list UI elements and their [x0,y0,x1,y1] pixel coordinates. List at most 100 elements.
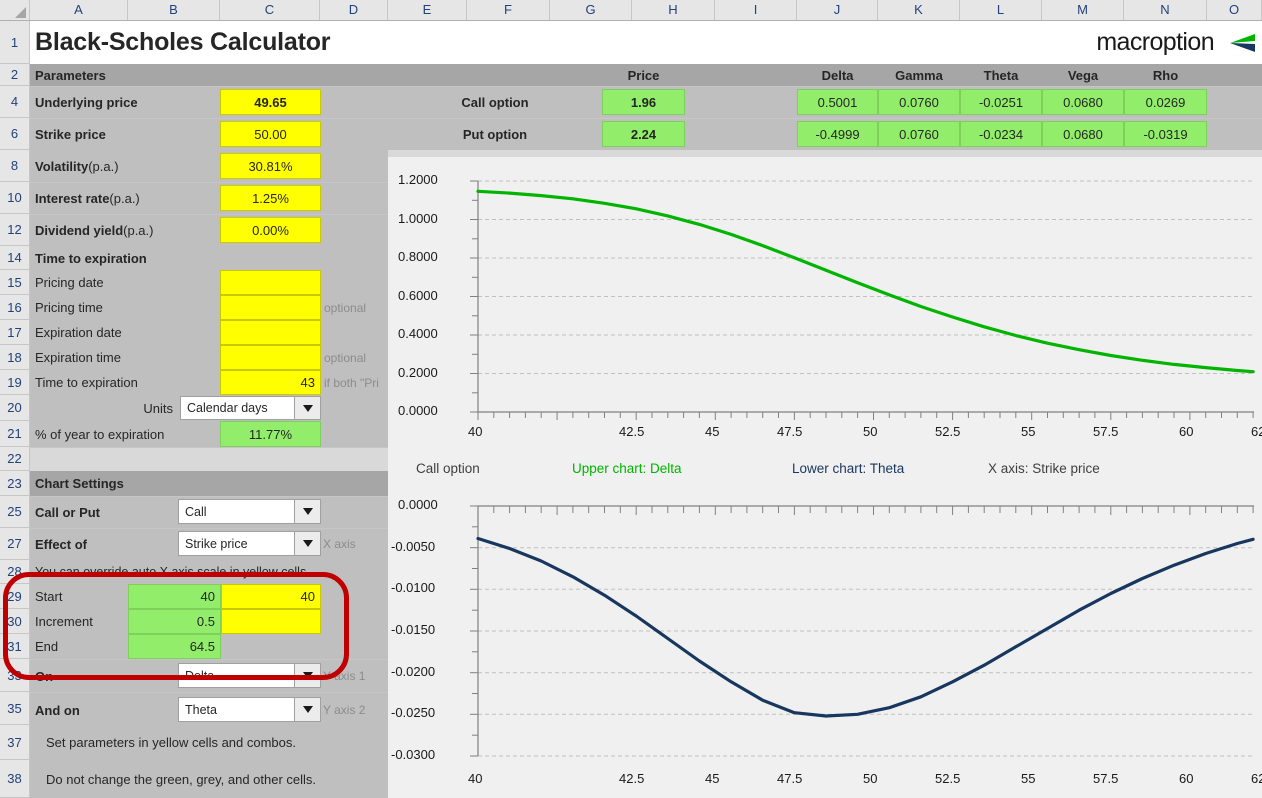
call-or-put-combobox-value: Call [185,504,207,519]
column-header-o[interactable]: O [1207,0,1262,20]
row-header-16[interactable]: 16 [0,295,29,320]
label-units: Units [30,395,178,421]
row-header-19[interactable]: 19 [0,370,29,395]
column-header-h[interactable]: H [632,0,715,20]
on-combobox[interactable]: Delta [178,663,321,688]
lower-ytick-00000: 0.0000 [398,497,438,512]
note-expiration-time: optional [324,345,388,370]
legend-x-axis: X axis: Strike price [988,461,1100,476]
column-header-d[interactable]: D [320,0,388,20]
parameters-section-header: Parameters [30,64,388,86]
row-header-10[interactable]: 10 [0,182,29,214]
chevron-down-icon[interactable] [294,664,320,687]
input-dividend-yield[interactable]: 0.00% [220,217,321,243]
chevron-down-icon[interactable] [294,500,320,523]
input-time-to-expiration[interactable]: 43 [220,370,321,395]
label-time-to-expiration: Time to expiration [30,370,220,395]
lower-xtick-475: 47.5 [777,771,803,786]
lower-xtick-50: 50 [863,771,878,786]
column-header-a[interactable]: A [30,0,128,20]
input-underlying-price[interactable]: 49.65 [220,89,321,115]
input-strike-price[interactable]: 50.00 [220,121,321,147]
chevron-down-icon[interactable] [294,397,320,419]
row-header-23[interactable]: 23 [0,471,29,496]
input-pricing-date[interactable] [220,270,321,295]
row-header-4[interactable]: 4 [0,86,29,118]
select-all-corner[interactable] [0,0,30,20]
upper-xtick-55: 55 [1021,424,1036,439]
units-combobox[interactable]: Calendar days [180,396,321,420]
row-header-17[interactable]: 17 [0,320,29,345]
upper-ytick-0200: 0.2000 [398,365,438,380]
chevron-down-icon[interactable] [294,698,320,721]
column-header-n[interactable]: N [1124,0,1207,20]
row-header-15[interactable]: 15 [0,270,29,295]
lower-ytick-n00200: -0.0200 [391,664,436,679]
row-header-strip: 1 2 4 6 8 10 12 14 15 16 17 18 19 20 21 … [0,21,30,798]
input-pricing-time[interactable] [220,295,321,320]
results-call-gamma: 0.0760 [878,89,960,115]
upper-ytick-0600: 0.6000 [398,288,438,303]
label-pct-year: % of year to expiration [30,421,220,447]
row-header-31[interactable]: 31 [0,634,29,659]
column-header-l[interactable]: L [960,0,1042,20]
column-header-j[interactable]: J [797,0,878,20]
row-header-12[interactable]: 12 [0,214,29,246]
effect-of-combobox[interactable]: Strike price [178,531,321,556]
upper-ytick-0800: 0.8000 [398,249,438,264]
results-header-vega: Vega [1042,64,1124,86]
row-header-29[interactable]: 29 [0,584,29,609]
note-effect-of: X axis [323,531,388,556]
row-header-30[interactable]: 30 [0,609,29,634]
upper-xtick-45: 45 [705,424,720,439]
results-put-gamma: 0.0760 [878,121,960,147]
lower-xtick-625: 62.5 [1251,771,1262,786]
row-header-6[interactable]: 6 [0,118,29,150]
input-interest-rate[interactable]: 1.25% [220,185,321,211]
results-header-delta: Delta [797,64,878,86]
column-header-m[interactable]: M [1042,0,1124,20]
label-pricing-time: Pricing time [30,295,220,320]
row-header-35[interactable]: 35 [0,692,29,725]
upper-chart-delta: 1.2000 1.0000 0.8000 0.6000 0.4000 0.200… [388,157,1262,452]
results-header-rho: Rho [1124,64,1207,86]
row-header-25[interactable]: 25 [0,496,29,528]
row-header-28[interactable]: 28 [0,560,29,584]
column-header-c[interactable]: C [220,0,320,20]
row-header-18[interactable]: 18 [0,345,29,370]
row-header-22[interactable]: 22 [0,447,29,471]
label-and-on: And on [30,697,178,723]
label-dividend-yield: Dividend yield (p.a.) [30,217,220,243]
results-header-gamma: Gamma [878,64,960,86]
row-header-14[interactable]: 14 [0,246,29,270]
column-header-b[interactable]: B [128,0,220,20]
row-header-27[interactable]: 27 [0,528,29,560]
row-header-37[interactable]: 37 [0,725,29,760]
column-header-f[interactable]: F [467,0,550,20]
row-header-20[interactable]: 20 [0,395,29,421]
column-header-i[interactable]: I [715,0,797,20]
call-or-put-combobox[interactable]: Call [178,499,321,524]
input-volatility[interactable]: 30.81% [220,153,321,179]
chevron-down-icon[interactable] [294,532,320,555]
label-scale-start: Start [30,584,128,609]
row-header-38[interactable]: 38 [0,760,29,798]
input-scale-start-override[interactable]: 40 [221,584,321,609]
results-row-label-put: Put option [388,121,602,147]
row-header-8[interactable]: 8 [0,150,29,182]
label-effect-of: Effect of [30,531,178,557]
results-call-delta: 0.5001 [797,89,878,115]
row-header-1[interactable]: 1 [0,21,29,64]
row-header-33[interactable]: 33 [0,659,29,692]
row-header-2[interactable]: 2 [0,64,29,86]
input-scale-increment-override[interactable] [221,609,321,634]
row-header-21[interactable]: 21 [0,421,29,447]
column-header-e[interactable]: E [388,0,467,20]
column-header-g[interactable]: G [550,0,632,20]
input-expiration-date[interactable] [220,320,321,345]
and-on-combobox[interactable]: Theta [178,697,321,722]
label-scale-increment: Increment [30,609,128,634]
upper-xtick-475: 47.5 [777,424,803,439]
input-expiration-time[interactable] [220,345,321,370]
column-header-k[interactable]: K [878,0,960,20]
